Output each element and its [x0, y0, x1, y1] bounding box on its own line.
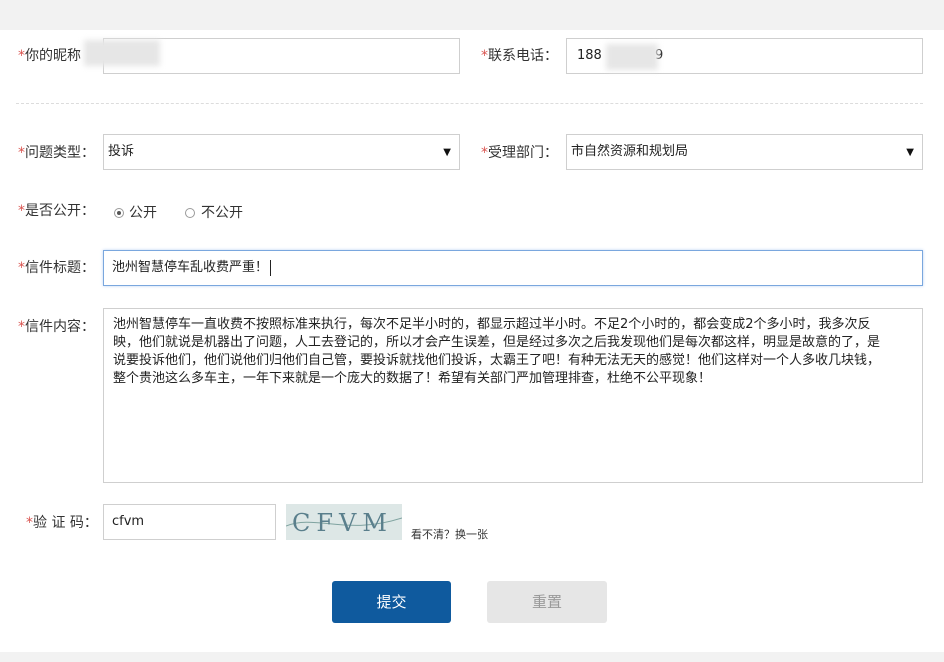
chevron-down-icon: ▼ [906, 147, 914, 158]
form-card: *你的昵称 *联系电话： 188 9 *问题类型： 投诉 ▼ *受理部门： 市自… [0, 30, 944, 652]
captcha-input[interactable]: cfvm [103, 504, 276, 540]
content-line: 整个贵池这么多车主，一年下来就是一个庞大的数据了！希望有关部门严加管理排查，杜绝… [113, 371, 712, 386]
captcha-svg: CFVM [286, 509, 402, 537]
issue-type-select[interactable]: 投诉 ▼ [103, 134, 460, 170]
department-label: *受理部门： [481, 145, 558, 161]
phone-label: *联系电话： [481, 48, 558, 64]
content-line: 映，他们就说是机器出了问题，人工去登记的，所以才会产生误差，但是经过多次之后我发… [113, 335, 881, 350]
submit-button[interactable]: 提交 [332, 581, 451, 623]
is-public-label: *是否公开： [18, 203, 95, 219]
title-label: *信件标题： [18, 260, 95, 276]
text-cursor [270, 259, 272, 276]
title-value: 池州智慧停车乱收费严重！ [104, 259, 272, 276]
redaction-blur [84, 40, 160, 66]
section-divider [16, 103, 923, 104]
captcha-label: *验 证 码： [26, 515, 98, 531]
content-label: *信件内容： [18, 319, 95, 335]
nickname-label: *你的昵称 [18, 48, 81, 64]
redaction-blur [606, 44, 658, 70]
content-text: 池州智慧停车一直收费不按照标准来执行，每次不足半小时的，都显示超过半小时。不足2… [113, 316, 913, 388]
phone-value-prefix: 188 [577, 48, 602, 63]
content-line: 池州智慧停车一直收费不按照标准来执行，每次不足半小时的，都显示超过半小时。不足2… [113, 317, 871, 332]
content-textarea[interactable]: 池州智慧停车一直收费不按照标准来执行，每次不足半小时的，都显示超过半小时。不足2… [103, 308, 923, 483]
captcha-refresh-link[interactable]: 看不清？换一张 [411, 526, 488, 542]
radio-public-label[interactable]: 公开 [129, 203, 157, 223]
captcha-value: cfvm [112, 514, 145, 529]
radio-not-public-label[interactable]: 不公开 [201, 203, 243, 223]
captcha-image-text: CFVM [292, 509, 393, 537]
title-input[interactable]: 池州智慧停车乱收费严重！ [103, 250, 923, 286]
content-line: 说要投诉他们，他们说他们归他们自己管，要投诉就找他们投诉，太霸王了吧！有种无法无… [113, 353, 881, 368]
chevron-down-icon: ▼ [443, 147, 451, 158]
radio-public[interactable] [114, 208, 124, 218]
issue-type-label: *问题类型： [18, 145, 95, 161]
radio-not-public[interactable] [185, 208, 195, 218]
department-select[interactable]: 市自然资源和规划局 ▼ [566, 134, 923, 170]
captcha-image[interactable]: CFVM [286, 504, 402, 540]
reset-button[interactable]: 重置 [487, 581, 607, 623]
issue-type-value: 投诉 [108, 144, 135, 159]
department-value: 市自然资源和规划局 [571, 144, 689, 159]
